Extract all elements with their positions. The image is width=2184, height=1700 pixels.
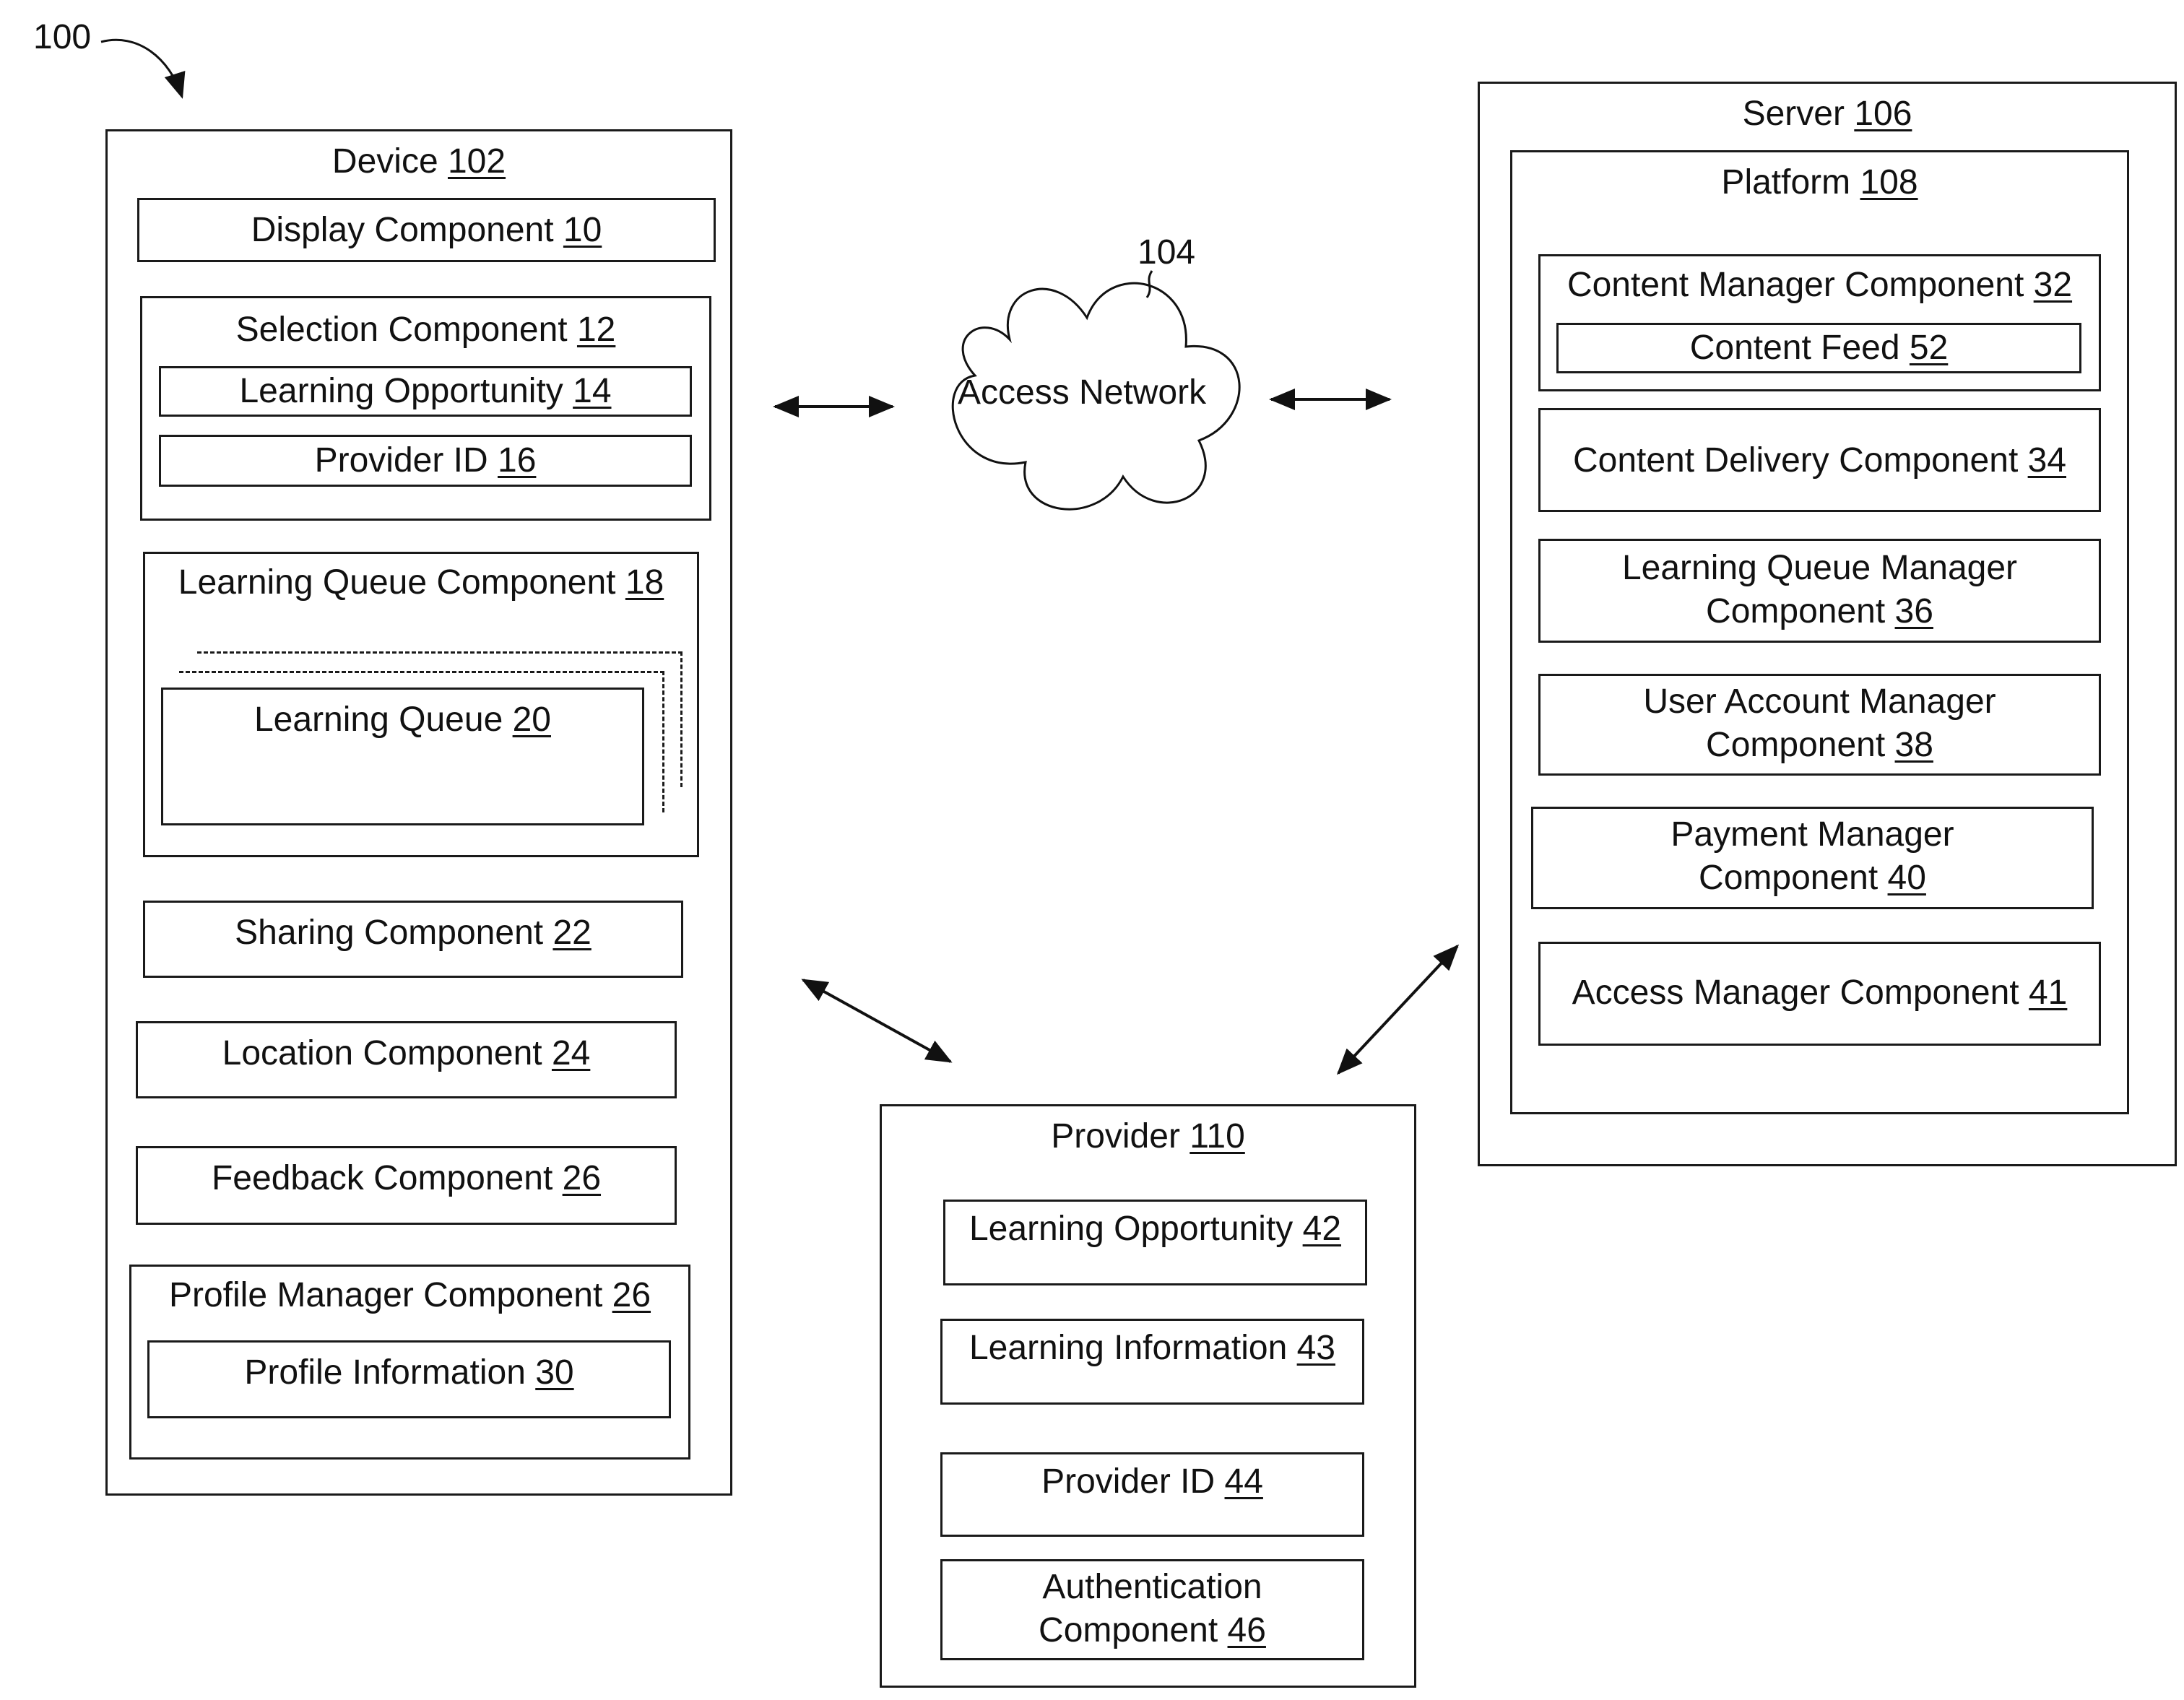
provider-provider-id: Provider ID 44 bbox=[940, 1452, 1364, 1537]
device-provider-arrow bbox=[801, 979, 953, 1063]
content-feed: Content Feed 52 bbox=[1556, 323, 2081, 373]
sharing-component: Sharing Component 22 bbox=[143, 901, 683, 978]
content-delivery-component: Content Delivery Component 34 bbox=[1538, 408, 2101, 512]
authentication-component: Authentication Component 46 bbox=[940, 1559, 1364, 1660]
learning-queue: Learning Queue 20 bbox=[161, 688, 644, 825]
feedback-component: Feedback Component 26 bbox=[136, 1146, 677, 1225]
selection-learning-opportunity: Learning Opportunity 14 bbox=[159, 366, 692, 417]
figure-ref-leader-arrow bbox=[100, 38, 186, 99]
user-account-manager-component: User Account Manager Component 38 bbox=[1538, 674, 2101, 776]
payment-manager-component: Payment Manager Component 40 bbox=[1531, 807, 2094, 909]
provider-learning-opportunity: Learning Opportunity 42 bbox=[943, 1200, 1367, 1285]
access-manager-component: Access Manager Component 41 bbox=[1538, 942, 2101, 1046]
provider-server-arrow bbox=[1336, 944, 1460, 1075]
profile-information: Profile Information 30 bbox=[147, 1340, 671, 1418]
figure-ref-label: 100 bbox=[33, 18, 92, 56]
access-network-ref: 104 bbox=[1138, 233, 1196, 272]
display-component: Display Component 10 bbox=[137, 198, 716, 262]
provider-learning-information: Learning Information 43 bbox=[940, 1319, 1364, 1405]
selection-provider-id: Provider ID 16 bbox=[159, 435, 692, 487]
access-network-label: Access Network bbox=[958, 373, 1207, 412]
location-component: Location Component 24 bbox=[136, 1021, 677, 1098]
device-title: Device 102 bbox=[332, 142, 506, 181]
learning-queue-manager-component: Learning Queue Manager Component 36 bbox=[1538, 539, 2101, 643]
network-ref-leader bbox=[1145, 270, 1153, 298]
